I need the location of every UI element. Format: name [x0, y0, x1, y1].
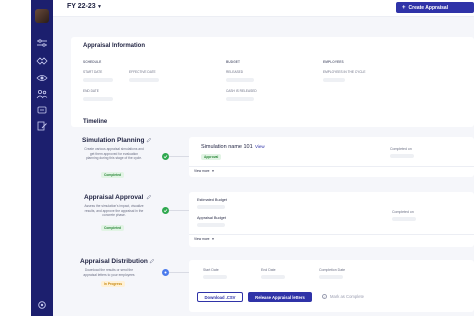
completed-on-label: Completed on [392, 210, 414, 214]
completed-on-value [390, 154, 414, 158]
money-transfer-icon[interactable] [36, 105, 48, 115]
check-circle-icon: ✓ [322, 294, 327, 299]
sidebar [31, 0, 53, 316]
in-progress-icon [162, 269, 169, 276]
section-title: Appraisal Information [83, 43, 146, 49]
fiscal-year-selector[interactable]: FY 22-23 [67, 3, 96, 10]
released-value [226, 78, 254, 82]
card-divider [189, 234, 474, 235]
chevron-down-icon: ▼ [211, 169, 215, 173]
mark-as-complete-label: Mark as Complete [330, 294, 364, 299]
settings-icon[interactable] [36, 300, 48, 310]
completed-on-value [392, 217, 416, 221]
estimated-budget-label: Estimated Budget [197, 198, 227, 202]
view-link[interactable]: View [255, 144, 265, 149]
app-window: FY 22-23 ▼ + Create Appraisal Appraisal … [0, 0, 474, 316]
approval-badge: Approval [201, 154, 222, 160]
plus-icon: + [402, 4, 406, 11]
main-content: Appraisal Information SCHEDULE BUDGET EM… [53, 17, 474, 316]
timeline-connector [169, 156, 189, 157]
completion-date-label: Completion Date [319, 268, 346, 272]
create-appraisal-label: Create Appraisal [408, 4, 449, 11]
document-edit-icon[interactable] [36, 121, 48, 131]
start-date-label: Start Date [203, 268, 219, 272]
timeline-connector [169, 272, 189, 273]
timeline-connector [169, 210, 189, 211]
view-more-button[interactable]: View more ▼ [194, 169, 215, 173]
chevron-down-icon: ▼ [211, 237, 215, 241]
start-date-value [203, 275, 227, 279]
simulation-planning-title: Simulation Planning [82, 137, 145, 144]
appraisal-budget-label: Appraisal Budget [197, 216, 226, 220]
people-icon[interactable] [36, 89, 48, 99]
simulation-card: Simulation name 101 View Approval Comple… [189, 137, 474, 177]
employees-in-cycle-value [323, 78, 345, 82]
handshake-icon[interactable] [36, 56, 48, 66]
simulation-planning-description: Create various appraisal simulations and… [84, 147, 144, 161]
end-date-label: End Date [261, 268, 276, 272]
approval-card: Estimated Budget Appraisal Budget Comple… [189, 192, 474, 247]
completed-check-icon [162, 207, 169, 214]
view-more-label: View more [194, 169, 210, 173]
distribution-card: Start Date End Date Completion Date Down… [189, 260, 474, 312]
simulation-name: Simulation name 101 [201, 144, 253, 150]
end-date-value [83, 97, 113, 101]
create-appraisal-button[interactable]: + Create Appraisal [396, 2, 474, 13]
status-badge: Completed [101, 225, 125, 231]
completion-date-value [319, 275, 343, 279]
chevron-down-icon[interactable]: ▼ [97, 4, 105, 12]
avatar[interactable] [35, 9, 49, 23]
budget-label: BUDGET [226, 60, 241, 64]
appraisal-distribution-title: Appraisal Distribution [80, 258, 148, 265]
effective-date-label: EFFECTIVE DATE [129, 70, 156, 74]
end-date-label: END DATE [83, 89, 99, 93]
download-csv-button[interactable]: Download .CSV [197, 292, 243, 302]
appraisal-approval-description: Assess the simulation's impact, visualiz… [84, 204, 144, 218]
cash-released-label: CASH IS RELEASED [226, 89, 257, 93]
edit-icon[interactable] [146, 137, 152, 143]
timeline-title: Timeline [83, 119, 108, 125]
eye-icon[interactable] [36, 73, 48, 83]
status-badge: Completed [101, 172, 125, 178]
card-divider [189, 166, 474, 167]
released-label: RELEASED [226, 70, 244, 74]
employees-in-cycle-label: EMPLOYEES IN THE CYCLE [323, 70, 366, 74]
mark-as-complete-button[interactable]: ✓ Mark as Complete [322, 294, 364, 299]
employees-label: EMPLOYEES [323, 60, 344, 64]
end-date-value [261, 275, 285, 279]
appraisal-information-card: Appraisal Information SCHEDULE BUDGET EM… [71, 37, 474, 127]
edit-icon[interactable] [146, 194, 152, 200]
completed-on-label: Completed on [390, 147, 412, 151]
status-badge: In Progress [101, 281, 126, 287]
sliders-icon[interactable] [36, 38, 48, 48]
view-more-button[interactable]: View more ▼ [194, 237, 215, 241]
release-appraisal-letters-button[interactable]: Release Appraisal letters [248, 292, 312, 302]
edit-icon[interactable] [149, 258, 155, 264]
estimated-budget-value [197, 205, 225, 209]
start-date-label: START DATE [83, 70, 103, 74]
schedule-label: SCHEDULE [83, 60, 102, 64]
appraisal-distribution-description: Download the results or send the apprais… [83, 268, 135, 277]
view-more-label: View more [194, 237, 210, 241]
cash-released-value [226, 97, 254, 101]
top-bar: FY 22-23 ▼ + Create Appraisal [53, 0, 474, 17]
appraisal-approval-title: Appraisal Approval [84, 194, 144, 201]
appraisal-budget-value [197, 223, 225, 227]
completed-check-icon [162, 153, 169, 160]
start-date-value [83, 78, 113, 82]
effective-date-value [129, 78, 159, 82]
